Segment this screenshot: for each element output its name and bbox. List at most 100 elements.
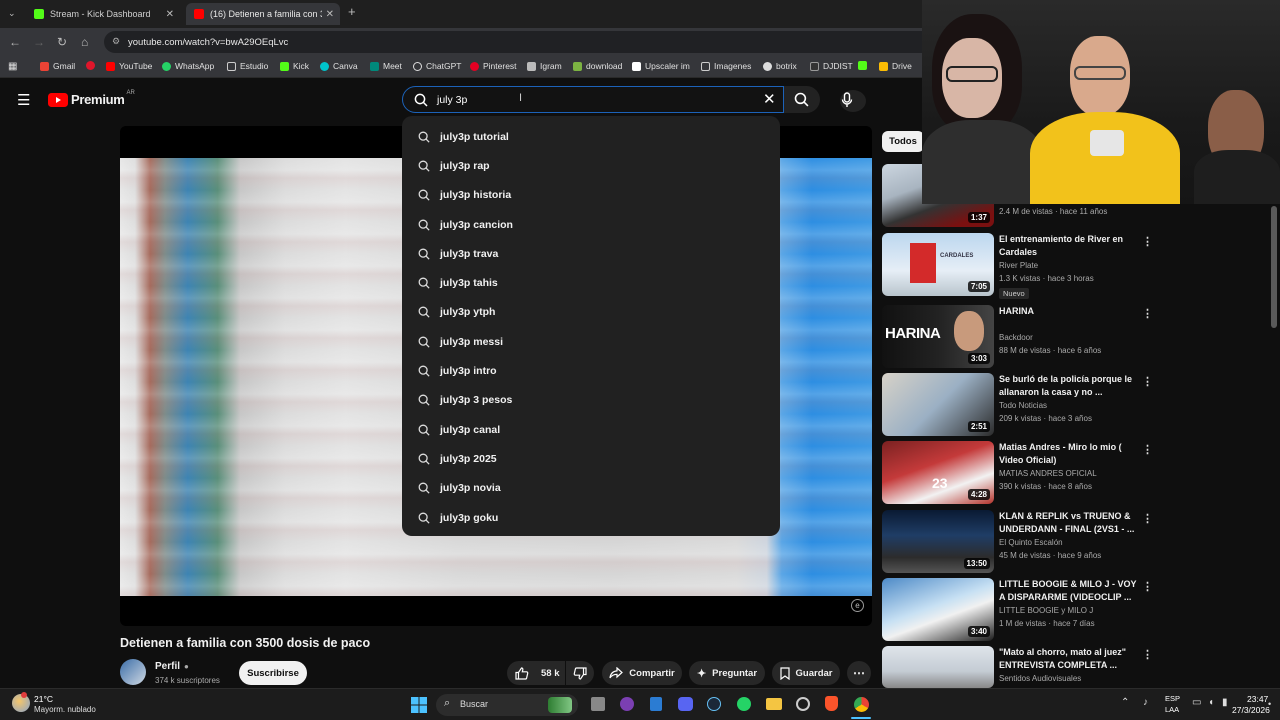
channel-name[interactable]: Backdoor <box>999 333 1033 342</box>
forward-arrow-icon[interactable]: → <box>33 35 45 49</box>
home-icon[interactable]: ⌂ <box>81 35 88 49</box>
reload-icon[interactable]: ↻ <box>57 35 67 49</box>
channel-name[interactable]: LITTLE BOOGIE y MILO J <box>999 606 1093 615</box>
bookmark-botrix[interactable]: botrix <box>763 61 797 71</box>
keyboard-lang-2[interactable]: LAA <box>1165 705 1179 714</box>
more-vertical-icon[interactable]: ⋮ <box>1142 443 1153 456</box>
channel-name[interactable]: River Plate <box>999 261 1038 270</box>
recommended-video[interactable]: 2:51 Se burló de la policía porque le all… <box>882 373 1153 437</box>
whatsapp-icon[interactable] <box>737 697 751 711</box>
ask-button[interactable]: ✦ Preguntar <box>689 661 765 685</box>
bookmark-d[interactable] <box>858 61 871 70</box>
tab-kick-dashboard[interactable]: Stream - Kick Dashboard ✕ <box>26 3 180 25</box>
notepad-icon[interactable] <box>650 697 662 711</box>
clock-time[interactable]: 23:47 <box>1247 694 1268 704</box>
battery-icon[interactable]: ▮ <box>1222 697 1228 708</box>
tab-youtube-video[interactable]: (16) Detienen a familia con 3500 ✕ <box>186 3 340 25</box>
hamburger-menu-icon[interactable]: ☰ <box>17 91 30 109</box>
channel-name[interactable]: Sentidos Audiovisuales <box>999 674 1081 683</box>
tray-mic-icon[interactable]: ♪ <box>1143 697 1148 708</box>
keyboard-lang-1[interactable]: ESP <box>1165 694 1180 703</box>
windows-start-icon[interactable] <box>411 697 427 713</box>
video-thumbnail[interactable]: HARINA 3:03 <box>882 305 994 368</box>
back-arrow-icon[interactable]: ← <box>9 35 21 49</box>
channel-name[interactable]: El Quinto Escalón <box>999 538 1063 547</box>
bookmark-download[interactable]: download <box>573 61 622 71</box>
bookmark-kick[interactable]: Kick <box>280 61 309 71</box>
chrome-icon[interactable] <box>854 697 869 712</box>
bookmark-youtube[interactable]: YouTube <box>106 61 152 71</box>
like-button[interactable]: 58 k <box>507 661 565 685</box>
video-title[interactable]: Matias Andres - Miro lo mio ( Video Ofic… <box>999 441 1137 467</box>
tab-list-chevron-icon[interactable]: ⌄ <box>8 6 16 20</box>
more-vertical-icon[interactable]: ⋮ <box>1142 235 1153 248</box>
clock-date[interactable]: 27/3/2026 <box>1232 705 1270 715</box>
search-suggestion[interactable]: july3p intro <box>402 356 780 385</box>
copilot-icon[interactable] <box>620 697 634 711</box>
video-title[interactable]: LITTLE BOOGIE & MILO J - VOY A DISPARARM… <box>999 578 1137 604</box>
filter-chip-todos[interactable]: Todos <box>882 131 924 152</box>
video-title[interactable]: El entrenamiento de River en Cardales <box>999 233 1137 259</box>
bookmark-gmail[interactable]: Gmail <box>40 61 75 71</box>
apps-grid-icon[interactable]: ▦ <box>8 61 17 72</box>
video-thumbnail[interactable]: 3:40 <box>882 578 994 641</box>
search-suggestion[interactable]: july3p goku <box>402 503 780 532</box>
close-tab-icon[interactable]: ✕ <box>326 9 334 20</box>
video-thumbnail[interactable]: CARDALES 7:05 <box>882 233 994 296</box>
bookmark-igram[interactable]: Igram <box>527 61 562 71</box>
bookmark-whatsapp[interactable]: WhatsApp <box>162 61 214 71</box>
more-vertical-icon[interactable]: ⋮ <box>1142 648 1153 661</box>
video-thumbnail[interactable]: 23 4:28 <box>882 441 994 504</box>
recommended-video[interactable]: 3:40 LITTLE BOOGIE & MILO J - VOY A DISPA… <box>882 578 1153 642</box>
bookmark-drive[interactable]: Drive <box>879 61 912 71</box>
more-actions-button[interactable]: ⋯ <box>847 661 871 685</box>
taskbar-search[interactable]: ⌕ Buscar <box>436 694 578 716</box>
more-vertical-icon[interactable]: ⋮ <box>1142 375 1153 388</box>
bookmark-imagenes[interactable]: Imagenes <box>701 61 751 71</box>
recommended-video[interactable]: "Mato al chorro, mato al juez" ENTREVIST… <box>882 646 1153 688</box>
discord-icon[interactable] <box>678 697 693 711</box>
more-vertical-icon[interactable]: ⋮ <box>1142 580 1153 593</box>
search-suggestion[interactable]: july3p trava <box>402 239 780 268</box>
steam-icon[interactable] <box>707 697 721 711</box>
search-suggestion[interactable]: july3p messi <box>402 327 780 356</box>
more-vertical-icon[interactable]: ⋮ <box>1142 307 1153 320</box>
close-tab-icon[interactable]: ✕ <box>166 9 174 20</box>
video-title[interactable]: HARINA <box>999 305 1137 318</box>
recommended-video[interactable]: CARDALES 7:05 El entrenamiento de River en… <box>882 233 1153 299</box>
save-button[interactable]: Guardar <box>772 661 840 685</box>
file-explorer-icon[interactable] <box>766 698 782 710</box>
page-scrollbar-thumb[interactable] <box>1271 206 1277 328</box>
recommended-video[interactable]: 23 4:28 Matias Andres - Miro lo mio ( Vide… <box>882 441 1153 505</box>
clear-search-icon[interactable]: ✕ <box>763 90 776 108</box>
search-suggestion[interactable]: july3p ytph <box>402 298 780 327</box>
video-title[interactable]: Se burló de la policía porque le allanar… <box>999 373 1137 399</box>
more-vertical-icon[interactable]: ⋮ <box>1142 512 1153 525</box>
search-suggestion[interactable]: july3p novia <box>402 474 780 503</box>
site-info-icon[interactable]: ⚙ <box>112 36 120 47</box>
new-tab-plus-icon[interactable]: + <box>348 5 356 19</box>
search-suggestion[interactable]: july3p rap <box>402 151 780 180</box>
channel-avatar[interactable] <box>120 659 146 685</box>
bookmark-upscaler[interactable]: Upscaler im <box>632 61 690 71</box>
recommended-video[interactable]: HARINA 3:03 HARINA Backdoor 88 M de vistas ·… <box>882 305 1153 369</box>
search-suggestion[interactable]: july3p cancion <box>402 210 780 239</box>
search-input[interactable]: july 3p I ✕ <box>402 86 784 113</box>
channel-name[interactable]: MATIAS ANDRES OFICIAL <box>999 469 1097 478</box>
video-thumbnail[interactable]: 2:51 <box>882 373 994 436</box>
video-thumbnail[interactable] <box>882 646 994 688</box>
video-thumbnail[interactable]: 13:50 <box>882 510 994 573</box>
notification-bell-icon[interactable]: • <box>1268 699 1271 709</box>
volume-icon[interactable]: ◖ <box>1208 697 1214 708</box>
channel-name[interactable]: Perfil <box>155 661 180 672</box>
bookmark-estudio[interactable]: Estudio <box>227 61 268 71</box>
bookmark-opera[interactable] <box>86 61 99 70</box>
search-suggestion[interactable]: july3p tahis <box>402 268 780 297</box>
bookmark-meet[interactable]: Meet <box>370 61 402 71</box>
video-title[interactable]: KLAN & REPLIK vs TRUENO & UNDERDANN - FI… <box>999 510 1137 536</box>
search-suggestion[interactable]: july3p 2025 <box>402 444 780 473</box>
search-suggestion[interactable]: july3p historia <box>402 181 780 210</box>
search-suggestion[interactable]: july3p canal <box>402 415 780 444</box>
search-button[interactable] <box>784 86 820 113</box>
youtube-premium-logo[interactable]: Premium AR <box>48 90 135 107</box>
